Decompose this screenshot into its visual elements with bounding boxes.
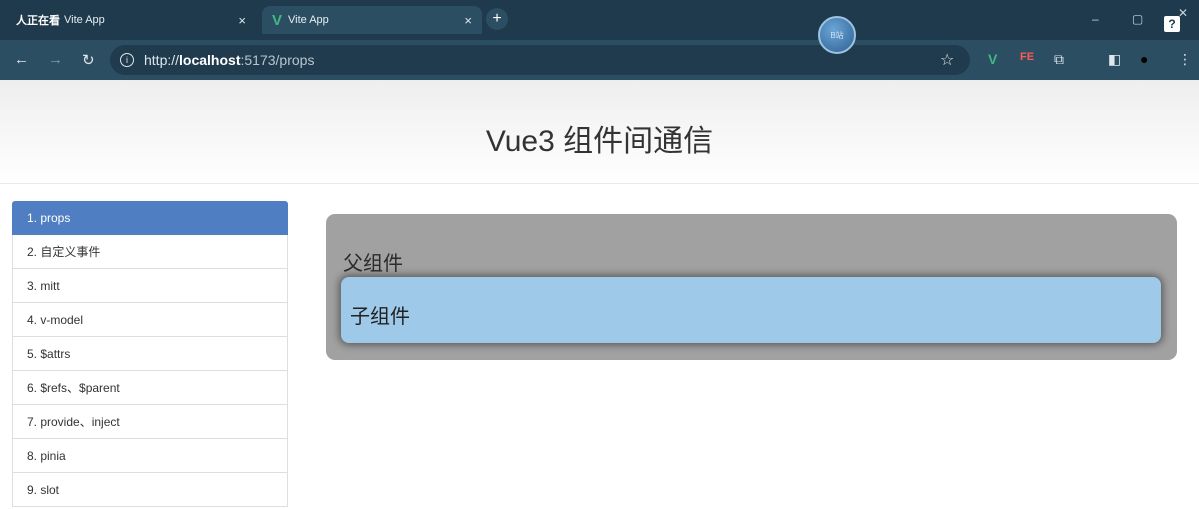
nav-item-provide-inject[interactable]: 7. provide、inject xyxy=(12,405,288,439)
nav-item-refs-parent[interactable]: 6. $refs、$parent xyxy=(12,371,288,405)
tab-vite-app-active[interactable]: V Vite App × xyxy=(262,6,482,34)
help-icon[interactable]: ? xyxy=(1164,16,1180,32)
profile-avatar-icon[interactable]: ● xyxy=(1140,51,1148,67)
nav-item-attrs[interactable]: 5. $attrs xyxy=(12,337,288,371)
page-title: Vue3 组件间通信 xyxy=(485,125,714,158)
nav-item-pinia[interactable]: 8. pinia xyxy=(12,439,288,473)
reload-icon[interactable]: ↻ xyxy=(82,51,95,69)
minimize-icon[interactable]: – xyxy=(1092,12,1099,26)
forward-arrow-icon[interactable]: → xyxy=(48,51,63,68)
nav-item-props[interactable]: 1. props xyxy=(12,201,288,235)
browser-toolbar: ← → ↻ i http://localhost:5173/props ☆ V … xyxy=(0,40,1199,80)
child-component-box: 子组件 xyxy=(341,277,1161,343)
url-scheme: http:// xyxy=(144,52,180,68)
tab-title: Vite App xyxy=(64,14,105,26)
new-tab-button[interactable]: + xyxy=(486,8,508,30)
url-host: localhost xyxy=(179,52,241,68)
tab-title: Vite App xyxy=(288,14,329,26)
side-panel-icon[interactable]: ◧ xyxy=(1108,51,1121,68)
child-component-label: 子组件 xyxy=(350,306,410,328)
site-info-icon[interactable]: i xyxy=(120,53,134,67)
nav-item-mitt[interactable]: 3. mitt xyxy=(12,269,288,303)
parent-component-box: 父组件 子组件 xyxy=(326,214,1177,360)
url-path: :5173/props xyxy=(240,52,315,68)
sidebar-nav: 1. props 2. 自定义事件 3. mitt 4. v-model 5. … xyxy=(12,201,288,507)
shared-viewers-label: 人正在看 xyxy=(16,15,60,27)
close-tab-icon[interactable]: × xyxy=(238,13,246,28)
tab-strip: 人正在看 Vite App × V Vite App × + – ▢ ✕ ? xyxy=(0,0,1199,40)
back-arrow-icon[interactable]: ← xyxy=(14,51,29,68)
extensions-puzzle-icon[interactable]: ⧉ xyxy=(1054,51,1064,68)
vue-logo-icon: V xyxy=(272,11,283,29)
close-tab-icon[interactable]: × xyxy=(464,13,472,28)
restore-icon[interactable]: ▢ xyxy=(1132,12,1143,26)
tab-shared-vite-app[interactable]: 人正在看 Vite App × xyxy=(6,6,256,34)
floating-avatar-icon[interactable]: B站 xyxy=(818,16,856,54)
nav-item-v-model[interactable]: 4. v-model xyxy=(12,303,288,337)
menu-dots-icon[interactable]: ⋮ xyxy=(1178,51,1192,68)
nav-item-custom-event[interactable]: 2. 自定义事件 xyxy=(12,235,288,269)
nav-item-slot[interactable]: 9. slot xyxy=(12,473,288,507)
vue-devtools-icon[interactable]: V xyxy=(988,51,997,67)
bookmark-star-icon[interactable]: ☆ xyxy=(940,50,954,70)
parent-component-label: 父组件 xyxy=(343,253,403,275)
page-header: Vue3 组件间通信 xyxy=(0,80,1199,184)
fe-extension-icon[interactable]: FE xyxy=(1020,51,1034,63)
